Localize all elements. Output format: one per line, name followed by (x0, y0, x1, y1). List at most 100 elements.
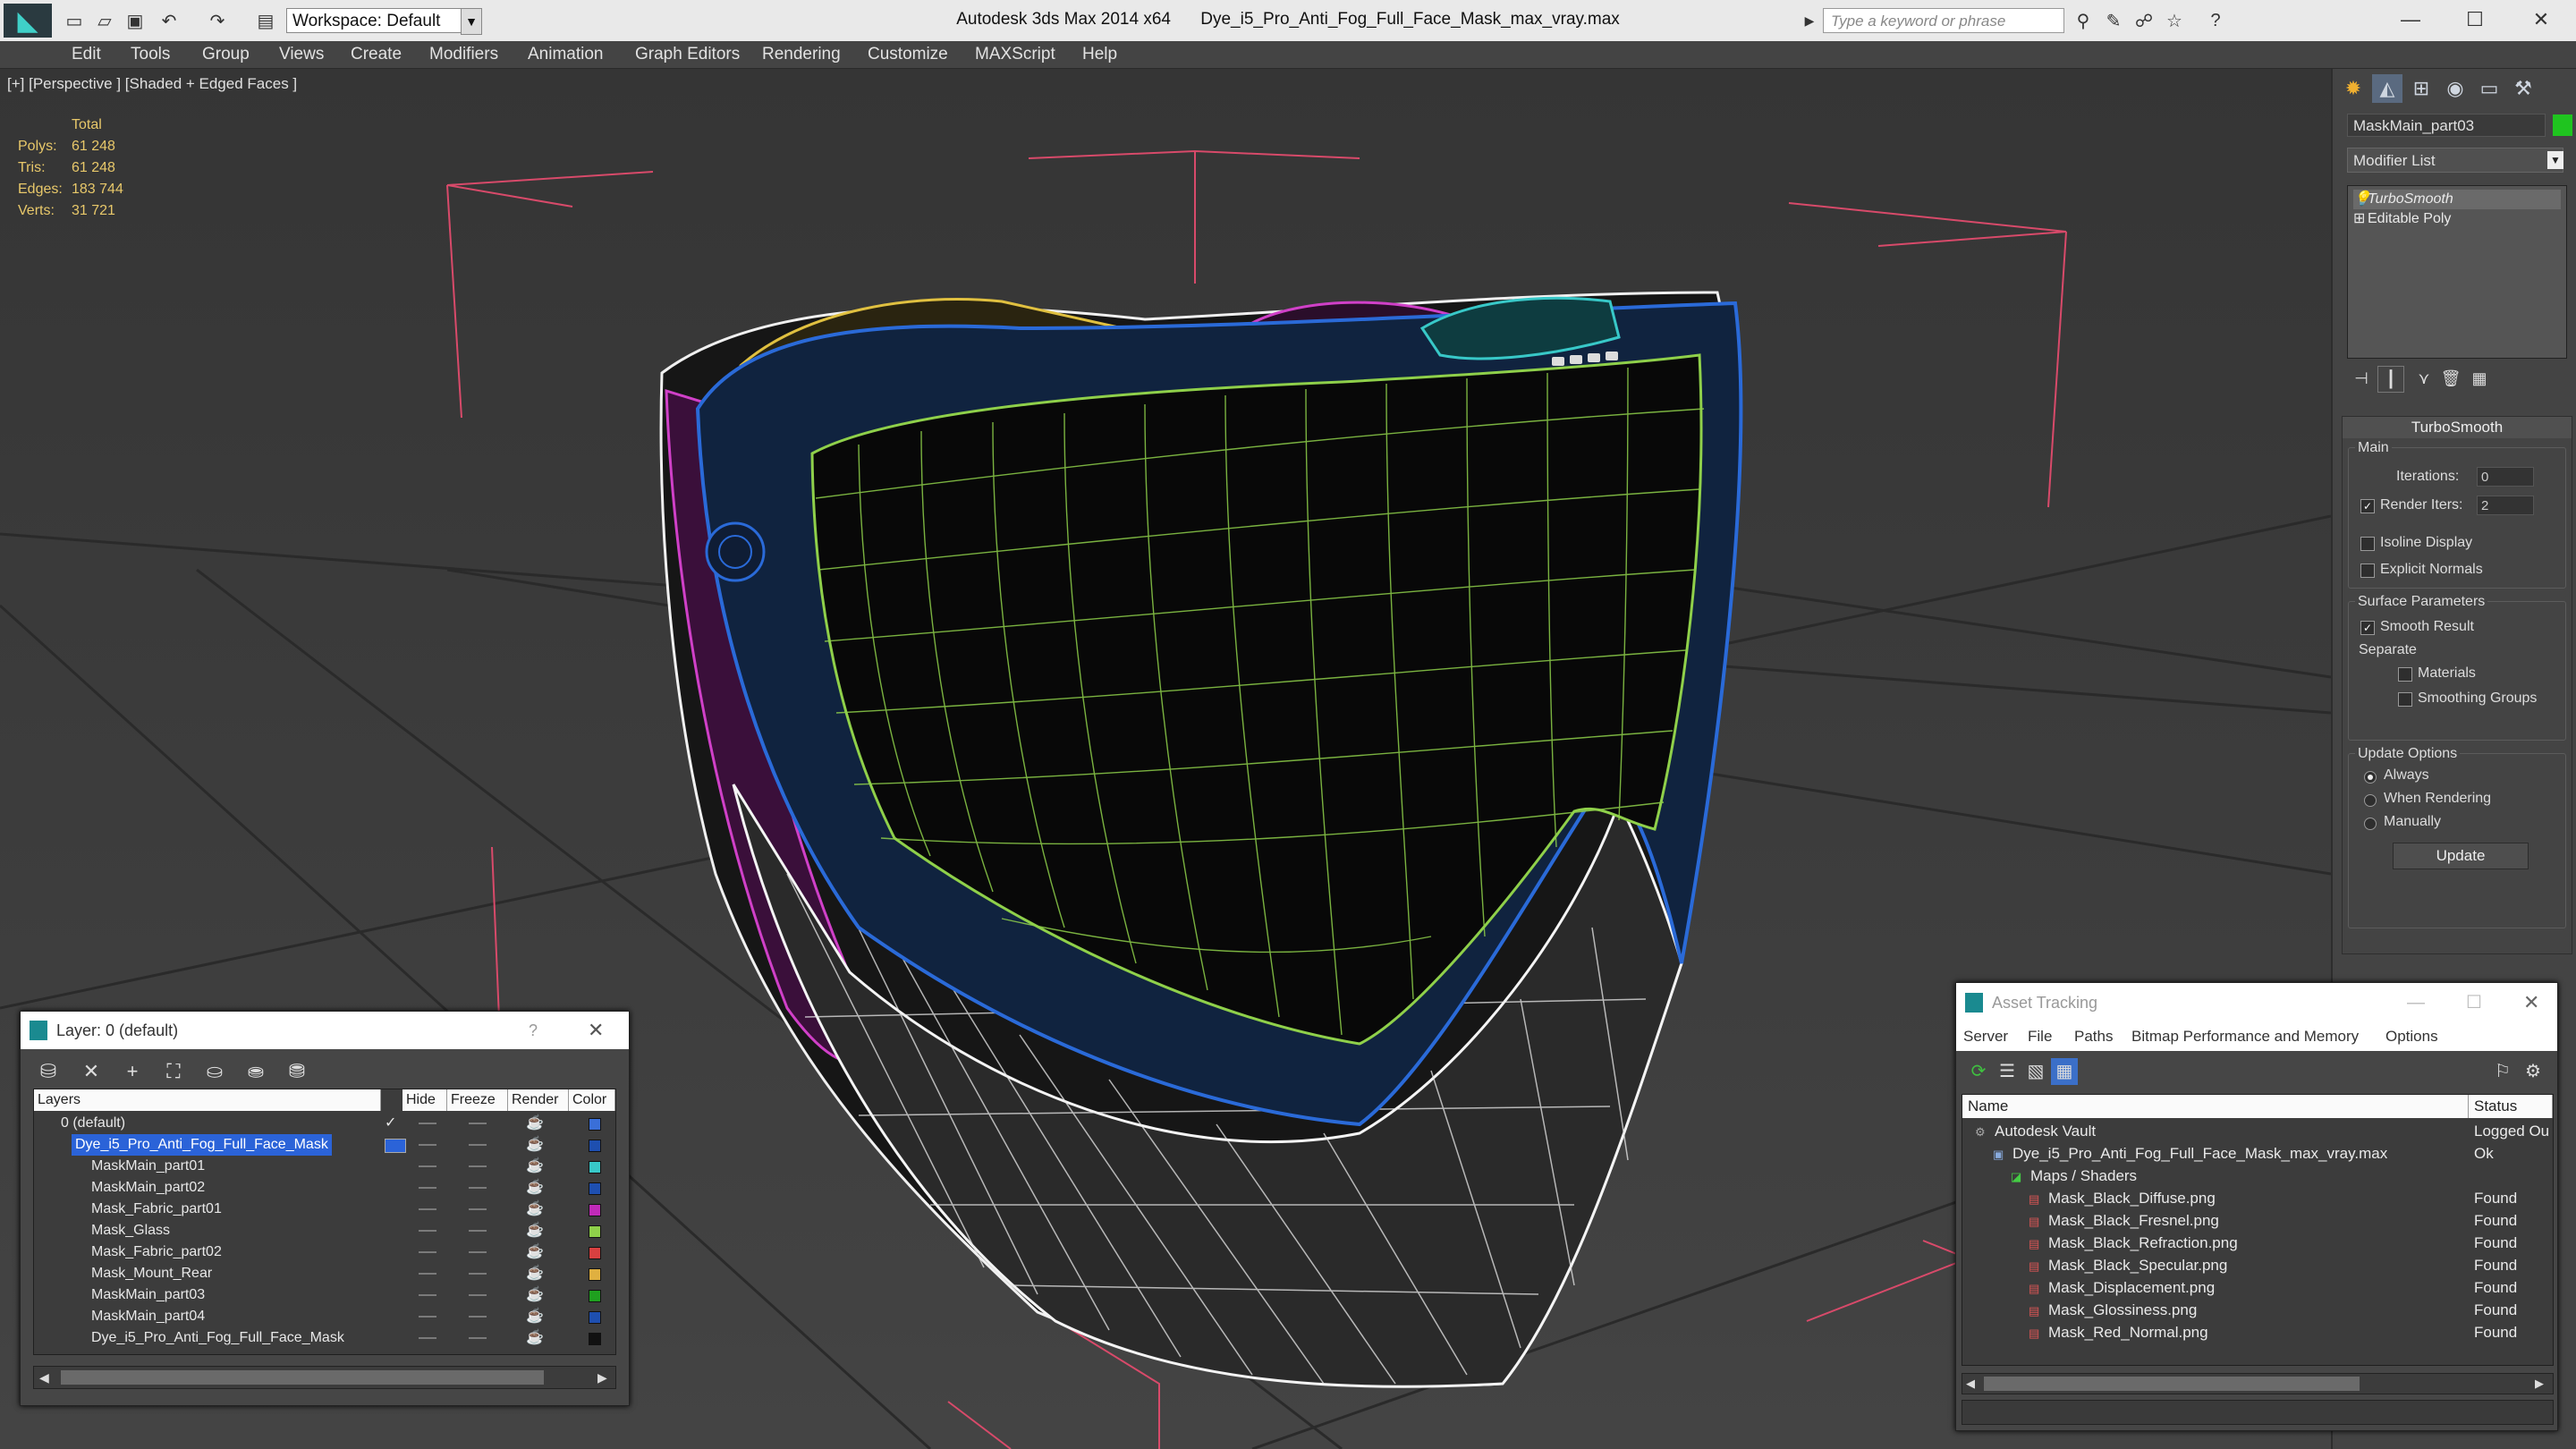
vault-settings-icon[interactable]: ⚙ (2520, 1058, 2546, 1085)
scroll-thumb[interactable] (61, 1370, 544, 1385)
render-teapot-icon[interactable]: ☕ (526, 1327, 544, 1349)
asset-row[interactable]: ▤ Mask_Black_Diffuse.png Found (1962, 1187, 2553, 1209)
object-color-swatch[interactable] (589, 1333, 601, 1345)
hide-toggle[interactable] (419, 1294, 436, 1296)
render-teapot-icon[interactable]: ☕ (526, 1284, 544, 1306)
layer-row[interactable]: Mask_Fabric_part02 ☕ (34, 1241, 615, 1263)
motion-tab-icon[interactable]: ◉ (2440, 74, 2470, 103)
active-layer-check[interactable]: ✓ (385, 1113, 396, 1134)
asset-row[interactable]: ▤ Mask_Black_Specular.png Found (1962, 1254, 2553, 1276)
materials-checkbox[interactable] (2398, 667, 2412, 682)
layer-name[interactable]: 0 (default) (61, 1113, 125, 1134)
asset-menu-options[interactable]: Options (2385, 1022, 2438, 1051)
asset-menu-paths[interactable]: Paths (2074, 1022, 2113, 1051)
freeze-toggle[interactable] (469, 1294, 487, 1296)
object-name[interactable]: Mask_Mount_Rear (91, 1263, 212, 1284)
layer-row[interactable]: Mask_Fabric_part01 ☕ (34, 1199, 615, 1220)
active-layer-box[interactable] (385, 1139, 406, 1153)
object-color-swatch[interactable] (589, 1182, 601, 1195)
explicit-normals-checkbox[interactable] (2360, 564, 2375, 578)
layer-color-swatch[interactable] (589, 1140, 601, 1152)
workspace-dropdown-arrow-icon[interactable]: ▼ (461, 8, 482, 35)
object-name[interactable]: Mask_Glass (91, 1220, 170, 1241)
hide-toggle[interactable] (419, 1144, 436, 1146)
layer-row[interactable]: Mask_Mount_Rear ☕ (34, 1263, 615, 1284)
layer-color-swatch[interactable] (589, 1118, 601, 1131)
menu-rendering[interactable]: Rendering (762, 41, 841, 68)
hide-toggle[interactable] (419, 1337, 436, 1339)
pin-stack-icon[interactable]: ⊣ (2349, 366, 2374, 391)
isoline-checkbox[interactable] (2360, 537, 2375, 551)
open-file-icon[interactable]: ▱ (93, 9, 116, 32)
render-teapot-icon[interactable]: ☕ (526, 1220, 544, 1241)
communication-icon[interactable]: ☍ (2132, 9, 2156, 32)
update-button[interactable]: Update (2393, 843, 2529, 869)
bulb-icon[interactable]: 💡 (2353, 190, 2371, 209)
object-color-swatch[interactable] (589, 1247, 601, 1259)
col-layers[interactable]: Layers (34, 1089, 381, 1111)
save-file-icon[interactable]: ▣ (123, 9, 147, 32)
list-view-icon[interactable]: ☰ (1994, 1058, 2021, 1085)
redo-icon[interactable]: ↷ (206, 9, 229, 32)
iterations-spinner[interactable]: 0 (2477, 467, 2534, 487)
asset-horizontal-scrollbar[interactable]: ◀ ▶ (1962, 1373, 2554, 1394)
always-radio[interactable] (2364, 771, 2377, 784)
render-teapot-icon[interactable]: ☕ (526, 1177, 544, 1199)
object-color-swatch[interactable] (589, 1161, 601, 1174)
asset-row[interactable]: ▤ Mask_Glossiness.png Found (1962, 1299, 2553, 1321)
scroll-left-icon[interactable]: ◀ (39, 1367, 49, 1388)
asset-row[interactable]: ▤ Mask_Black_Refraction.png Found (1962, 1232, 2553, 1254)
freeze-toggle[interactable] (469, 1123, 487, 1124)
layer-row[interactable]: MaskMain_part01 ☕ (34, 1156, 615, 1177)
favorites-star-icon[interactable]: ☆ (2163, 9, 2186, 32)
refresh-icon[interactable]: ⟳ (1965, 1058, 1992, 1085)
minimize-button[interactable]: — (2379, 0, 2442, 39)
modify-tab-icon[interactable]: ◭ (2372, 74, 2402, 103)
freeze-toggle[interactable] (469, 1273, 487, 1275)
layer-name[interactable]: Dye_i5_Pro_Anti_Fog_Full_Face_Mask (72, 1134, 332, 1156)
project-folder-icon[interactable]: ▤ (254, 9, 277, 32)
render-iters-spinner[interactable]: 2 (2477, 496, 2534, 515)
layer-row[interactable]: Dye_i5_Pro_Anti_Fog_Full_Face_Mask ☕ (34, 1134, 615, 1156)
scroll-left-icon[interactable]: ◀ (1966, 1374, 1975, 1394)
app-logo-icon[interactable]: ◣ (4, 4, 52, 38)
workspace-select[interactable]: Workspace: Default (286, 8, 474, 33)
table-view-icon[interactable]: ▦ (2051, 1058, 2078, 1085)
layer-window-titlebar[interactable]: Layer: 0 (default) ? ✕ (21, 1012, 629, 1049)
undo-icon[interactable]: ↶ (157, 9, 181, 32)
highlight-layer-icon[interactable]: ⛀ (199, 1058, 230, 1085)
render-teapot-icon[interactable]: ☕ (526, 1241, 544, 1263)
vault-help-icon[interactable]: ⚐ (2489, 1058, 2516, 1085)
object-name[interactable]: Mask_Fabric_part02 (91, 1241, 222, 1263)
create-tab-icon[interactable]: ✹ (2338, 74, 2368, 103)
modifier-list-arrow-icon[interactable]: ▼ (2547, 151, 2563, 169)
modifier-list-dropdown[interactable]: Modifier List (2347, 148, 2563, 173)
maximize-button[interactable]: ☐ (2444, 0, 2506, 39)
menu-group[interactable]: Group (202, 41, 250, 68)
hide-toggle[interactable] (419, 1230, 436, 1232)
help-icon[interactable]: ? (2204, 9, 2227, 32)
freeze-toggle[interactable] (469, 1316, 487, 1318)
render-teapot-icon[interactable]: ☕ (526, 1199, 544, 1220)
menu-customize[interactable]: Customize (868, 41, 948, 68)
layer-window-close-icon[interactable]: ✕ (588, 1012, 604, 1049)
object-name-field[interactable]: MaskMain_part03 (2347, 114, 2546, 137)
render-teapot-icon[interactable]: ☕ (526, 1113, 544, 1134)
rollout-title[interactable]: TurboSmooth (2343, 417, 2572, 438)
render-teapot-icon[interactable]: ☕ (526, 1134, 544, 1156)
freeze-toggle[interactable] (469, 1165, 487, 1167)
freeze-toggle[interactable] (469, 1187, 487, 1189)
render-teapot-icon[interactable]: ☕ (526, 1263, 544, 1284)
layer-horizontal-scrollbar[interactable]: ◀ ▶ (33, 1366, 616, 1389)
object-color-swatch[interactable] (589, 1311, 601, 1324)
object-name[interactable]: MaskMain_part01 (91, 1156, 205, 1177)
hide-toggle[interactable] (419, 1273, 436, 1275)
smoothing-groups-checkbox[interactable] (2398, 692, 2412, 707)
render-teapot-icon[interactable]: ☕ (526, 1156, 544, 1177)
new-layer-icon[interactable]: ⛁ (33, 1058, 64, 1085)
layer-row[interactable]: MaskMain_part02 ☕ (34, 1177, 615, 1199)
menu-modifiers[interactable]: Modifiers (429, 41, 498, 68)
layer-row[interactable]: MaskMain_part03 ☕ (34, 1284, 615, 1306)
subscription-icon[interactable]: ✎ (2102, 9, 2125, 32)
binoculars-icon[interactable]: ⚲ (2072, 9, 2095, 32)
